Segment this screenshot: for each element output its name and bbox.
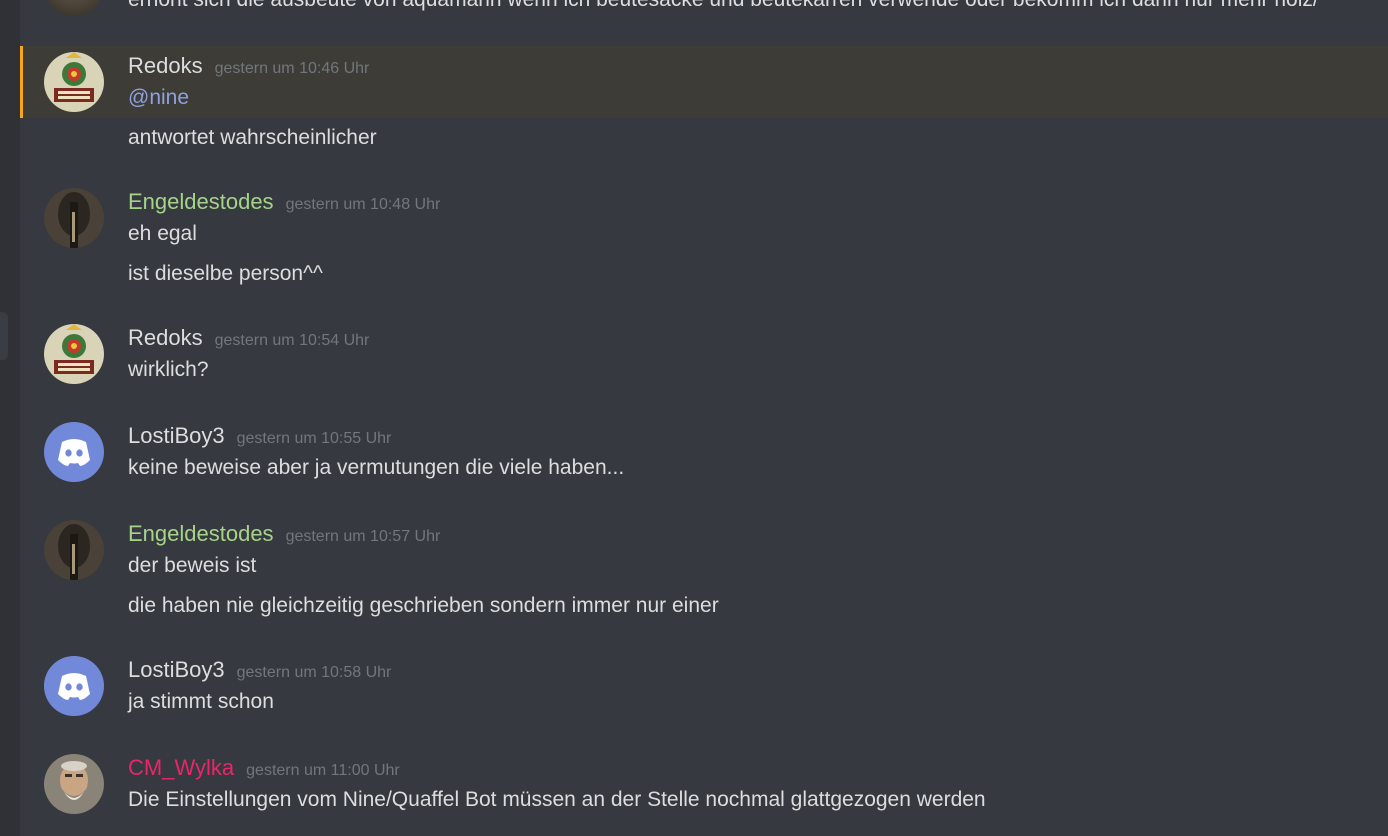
snail-icon — [44, 52, 104, 112]
server-sidebar-edge — [0, 0, 20, 836]
message-text: keine beweise aber ja vermutungen die vi… — [128, 456, 625, 479]
timestamp[interactable]: gestern um 10:57 Uhr — [286, 528, 441, 545]
message-text: der beweis ist — [128, 554, 257, 577]
timestamp[interactable]: gestern um 11:00 Uhr — [246, 762, 400, 779]
avatar[interactable] — [44, 656, 104, 716]
chat-window: erhöht sich die ausbeute von aquamarin w… — [0, 0, 1388, 836]
discord-logo-icon — [44, 656, 104, 716]
avatar[interactable] — [44, 520, 104, 580]
message-header: LostiBoy3 gestern um 10:55 Uhr — [128, 420, 391, 455]
dark-figure-icon — [44, 188, 104, 248]
message-group: Engeldestodes gestern um 10:57 Uhr der be… — [20, 514, 1388, 624]
message-text: erhöht sich die ausbeute von aquamarin w… — [128, 0, 1319, 14]
message-group: CM_Wylka gestern um 11:00 Uhr Die Einstel… — [20, 748, 1388, 820]
avatar[interactable] — [44, 0, 104, 16]
avatar[interactable] — [44, 422, 104, 482]
avatar[interactable] — [44, 188, 104, 248]
message-header: Engeldestodes gestern um 10:48 Uhr — [128, 186, 440, 221]
timestamp[interactable]: gestern um 10:58 Uhr — [237, 664, 392, 681]
username[interactable]: LostiBoy3 — [128, 657, 225, 682]
message-text: eh egal — [128, 222, 197, 245]
timestamp[interactable]: gestern um 10:54 Uhr — [215, 332, 370, 349]
timestamp[interactable]: gestern um 10:46 Uhr — [215, 60, 370, 77]
message-group: LostiBoy3 gestern um 10:58 Uhr ja stimmt … — [20, 650, 1388, 722]
message-group: LostiBoy3 gestern um 10:55 Uhr keine bewe… — [20, 416, 1388, 488]
message-list[interactable]: erhöht sich die ausbeute von aquamarin w… — [20, 0, 1388, 836]
avatar[interactable] — [44, 324, 104, 384]
avatar[interactable] — [44, 52, 104, 112]
message-header: CM_Wylka gestern um 11:00 Uhr — [128, 752, 400, 787]
username[interactable]: Redoks — [128, 53, 203, 78]
message-header: Redoks gestern um 10:54 Uhr — [128, 322, 369, 357]
message-text: wirklich? — [128, 358, 209, 381]
message-text: ist dieselbe person^^ — [128, 262, 323, 285]
message-text: Die Einstellungen vom Nine/Quaffel Bot m… — [128, 788, 986, 811]
username[interactable]: Engeldestodes — [128, 521, 274, 546]
username[interactable]: LostiBoy3 — [128, 423, 225, 448]
discord-logo-icon — [44, 422, 104, 482]
message-text: antwortet wahrscheinlicher — [128, 126, 377, 149]
username[interactable]: Redoks — [128, 325, 203, 350]
dark-figure-icon — [44, 520, 104, 580]
user-mention[interactable]: @nine — [128, 84, 189, 112]
message-group-mention: Redoks gestern um 10:46 Uhr @nine — [20, 46, 1388, 118]
message-header: Redoks gestern um 10:46 Uhr — [128, 50, 369, 85]
message-group: Redoks gestern um 10:54 Uhr wirklich? — [20, 318, 1388, 390]
message-header: Engeldestodes gestern um 10:57 Uhr — [128, 518, 440, 553]
message-group: Engeldestodes gestern um 10:48 Uhr eh ega… — [20, 182, 1388, 292]
message-text: ja stimmt schon — [128, 690, 274, 713]
username[interactable]: Engeldestodes — [128, 189, 274, 214]
bearded-man-icon — [44, 754, 104, 814]
timestamp[interactable]: gestern um 10:48 Uhr — [286, 196, 441, 213]
avatar[interactable] — [44, 754, 104, 814]
snail-icon — [44, 324, 104, 384]
username[interactable]: CM_Wylka — [128, 755, 234, 780]
timestamp[interactable]: gestern um 10:55 Uhr — [237, 430, 392, 447]
message-header: LostiBoy3 gestern um 10:58 Uhr — [128, 654, 391, 689]
message-text: die haben nie gleichzeitig geschrieben s… — [128, 594, 719, 617]
sidebar-pill[interactable] — [0, 312, 8, 360]
